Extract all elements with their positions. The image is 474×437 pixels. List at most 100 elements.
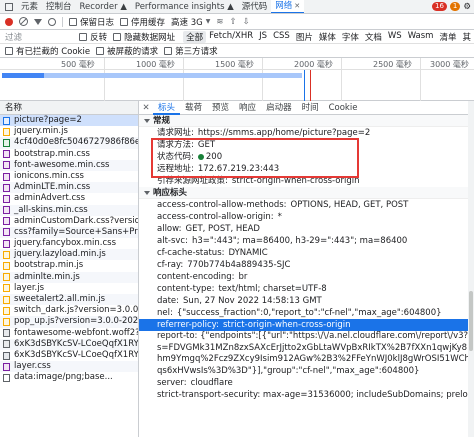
- filter-font[interactable]: 字体: [339, 31, 362, 43]
- request-row[interactable]: picture?page=2: [0, 115, 138, 127]
- filter-media[interactable]: 媒体: [316, 31, 339, 43]
- filter-img[interactable]: 图片: [293, 31, 316, 43]
- status-code-row: 状态代码: 200: [157, 152, 223, 162]
- search-icon[interactable]: [48, 17, 56, 26]
- css-file-icon: [3, 172, 10, 181]
- error-count-badge[interactable]: 16: [431, 2, 447, 11]
- request-row[interactable]: adminCustomDark.css?version: [0, 216, 138, 227]
- third-party-checkbox[interactable]: 第三方请求: [164, 45, 218, 57]
- timeline-overview[interactable]: 500 毫秒 1000 毫秒 1500 毫秒 2000 毫秒 2500 毫秒 3…: [0, 58, 474, 101]
- device-toggle-icon[interactable]: [5, 2, 13, 11]
- checkbox-box[interactable]: [113, 32, 122, 41]
- record-icon[interactable]: [5, 17, 13, 26]
- response-header-row: content-type: text/html; charset=UTF-8: [139, 283, 474, 295]
- blocked-cookies-checkbox[interactable]: 有已拦截的 Cookie: [5, 45, 90, 57]
- request-row[interactable]: jquery.min.js: [0, 126, 138, 137]
- disable-cache-checkbox[interactable]: 停用缓存: [120, 16, 165, 28]
- filter-manifest[interactable]: 清单: [436, 31, 459, 43]
- checkbox-box[interactable]: [96, 46, 105, 55]
- css-file-icon: [3, 161, 10, 170]
- close-icon[interactable]: ✕: [139, 103, 153, 113]
- request-row[interactable]: AdminLTE.min.css: [0, 182, 138, 194]
- warning-count-badge[interactable]: 1: [449, 2, 461, 11]
- tab-timing[interactable]: 时间: [297, 101, 324, 115]
- gear-icon[interactable]: ⚙: [463, 2, 471, 12]
- request-row[interactable]: switch_dark.js?version=3.0.0-2: [0, 305, 138, 316]
- request-row[interactable]: bootstrap.min.js: [0, 260, 138, 271]
- download-icon[interactable]: ⇩: [243, 17, 250, 27]
- response-header-row: alt-svc: h3=":443"; ma=86400, h3-29=":443…: [139, 235, 474, 247]
- request-row[interactable]: adminAdvert.css: [0, 193, 138, 204]
- checkbox-box[interactable]: [120, 17, 129, 26]
- request-row[interactable]: ionicons.min.css: [0, 171, 138, 182]
- upload-icon[interactable]: ⇧: [229, 17, 236, 27]
- checkbox-box[interactable]: [79, 32, 88, 41]
- filter-doc[interactable]: 文档: [362, 31, 385, 43]
- request-name: 6xK3dSBYKcSV-LCoeQqfX1RYOo: [14, 338, 138, 349]
- checkbox-box[interactable]: [164, 46, 173, 55]
- tab-recorder[interactable]: Recorder ▲: [76, 0, 131, 13]
- general-section-header[interactable]: 常规: [139, 115, 474, 127]
- checkbox-box[interactable]: [69, 17, 77, 26]
- css-file-icon: [3, 183, 10, 192]
- invert-checkbox[interactable]: 反转: [79, 31, 107, 43]
- request-row[interactable]: css?family=Source+Sans+Pro:3: [0, 226, 138, 239]
- filter-js[interactable]: JS: [256, 31, 270, 43]
- name-column-header[interactable]: 名称: [0, 101, 138, 115]
- tab-console[interactable]: 控制台: [42, 0, 76, 13]
- hide-data-urls-checkbox[interactable]: 隐藏数据网址: [113, 31, 175, 43]
- tab-cookies[interactable]: Cookie: [324, 101, 363, 115]
- header-value: strict-origin-when-cross-origin: [222, 320, 351, 330]
- tab-network[interactable]: 网络 ✕: [271, 0, 305, 13]
- tab-initiator[interactable]: 启动器: [261, 101, 297, 115]
- request-row[interactable]: jquery.lazyload.min.js: [0, 249, 138, 261]
- request-name: adminCustomDark.css?version: [14, 215, 138, 226]
- request-row[interactable]: fontawesome-webfont.woff2?v: [0, 328, 138, 339]
- request-row[interactable]: data:image/png;base...: [0, 372, 138, 383]
- request-row[interactable]: pop_up.js?version=3.0.0-202205: [0, 316, 138, 328]
- filter-icon[interactable]: [34, 18, 42, 25]
- request-row[interactable]: layer.css: [0, 361, 138, 373]
- tab-response[interactable]: 响应: [234, 101, 261, 115]
- filter-xhr[interactable]: Fetch/XHR: [206, 31, 256, 43]
- filter-ws[interactable]: WS: [385, 31, 405, 43]
- tab-preview[interactable]: 预览: [207, 101, 234, 115]
- close-icon[interactable]: ✕: [294, 0, 300, 13]
- wifi-icon[interactable]: ≋: [216, 17, 223, 27]
- response-headers-section-header[interactable]: 响应标头: [139, 187, 474, 199]
- request-row[interactable]: bootstrap.min.css: [0, 149, 138, 160]
- filter-css[interactable]: CSS: [270, 31, 293, 43]
- request-row[interactable]: 4cf40d0e8fc5046727986f86e3dc: [0, 137, 138, 149]
- request-name: 6xK3dSBYKcSV-LCoeQqfX1RYOo: [14, 349, 138, 360]
- blocked-requests-checkbox[interactable]: 被屏蔽的请求: [96, 45, 158, 57]
- request-row[interactable]: _all-skins.min.css: [0, 204, 138, 216]
- response-header-row: date: Sun, 27 Nov 2022 14:58:13 GMT: [139, 295, 474, 307]
- request-row[interactable]: 6xK3dSBYKcSV-LCoeQqfX1RYOo: [0, 338, 138, 350]
- filter-other[interactable]: 其: [459, 31, 474, 43]
- filter-all[interactable]: 全部: [183, 30, 207, 43]
- tab-headers[interactable]: 标头: [153, 101, 181, 115]
- tab-performance-insights[interactable]: Performance insights ▲: [131, 0, 238, 13]
- filter-input[interactable]: 过滤: [0, 31, 79, 43]
- request-row[interactable]: sweetalert2.all.min.js: [0, 294, 138, 306]
- request-row[interactable]: font-awesome.min.css: [0, 159, 138, 171]
- tab-elements[interactable]: 元素: [17, 0, 42, 13]
- request-row[interactable]: adminlte.min.js: [0, 271, 138, 283]
- tab-sources[interactable]: 源代码: [238, 0, 272, 13]
- request-row[interactable]: jquery.fancybox.min.css: [0, 238, 138, 249]
- preserve-log-checkbox[interactable]: 保留日志: [69, 16, 114, 28]
- scrollbar-thumb[interactable]: [469, 291, 473, 351]
- details-scrollbar[interactable]: [468, 101, 474, 437]
- request-row[interactable]: 6xK3dSBYKcSV-LCoeQqfX1RYOo: [0, 350, 138, 361]
- request-row[interactable]: layer.js: [0, 283, 138, 294]
- throttle-select[interactable]: 高速 3G ▼: [171, 16, 210, 28]
- request-name: css?family=Source+Sans+Pro:3: [14, 226, 138, 237]
- details-tabs: ✕ 标头 载荷 预览 响应 启动器 时间 Cookie: [139, 101, 474, 115]
- filter-wasm[interactable]: Wasm: [405, 31, 437, 43]
- tab-payload[interactable]: 载荷: [180, 101, 207, 115]
- checkbox-box[interactable]: [5, 46, 13, 55]
- clear-icon[interactable]: [19, 17, 28, 26]
- referrer-policy-row: 引荐来源网址政策: strict-origin-when-cross-origin: [157, 176, 360, 186]
- request-name: picture?page=2: [14, 115, 82, 125]
- js-file-icon: [3, 284, 10, 293]
